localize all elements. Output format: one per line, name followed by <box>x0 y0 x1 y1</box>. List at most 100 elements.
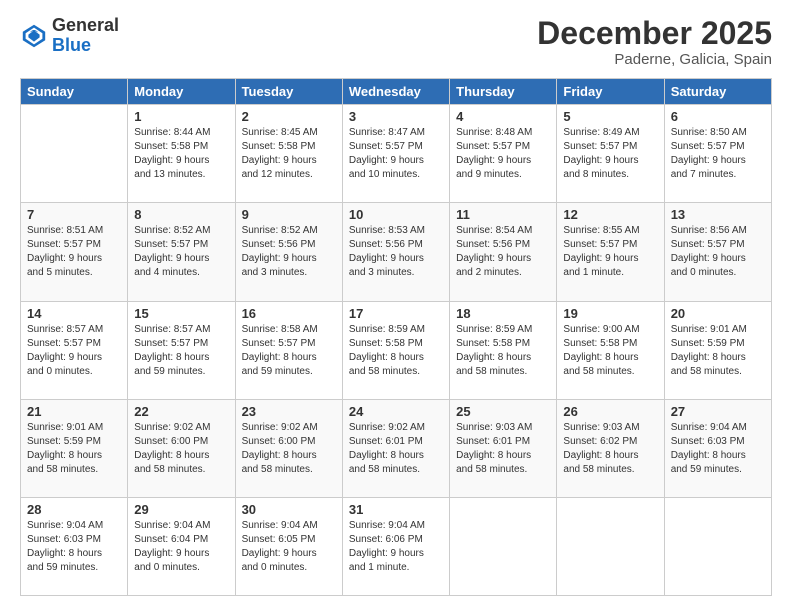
calendar-cell: 27 Sunrise: 9:04 AMSunset: 6:03 PMDayligh… <box>664 399 771 497</box>
day-info: Sunrise: 9:03 AMSunset: 6:01 PMDaylight:… <box>456 421 550 477</box>
day-number: 29 <box>134 502 228 517</box>
weekday-header-saturday: Saturday <box>664 79 771 105</box>
day-number: 15 <box>134 306 228 321</box>
day-info: Sunrise: 8:48 AMSunset: 5:57 PMDaylight:… <box>456 126 550 182</box>
calendar-cell: 3 Sunrise: 8:47 AMSunset: 5:57 PMDaylight… <box>342 105 449 203</box>
day-info: Sunrise: 9:01 AMSunset: 5:59 PMDaylight:… <box>27 421 121 477</box>
title-block: December 2025 Paderne, Galicia, Spain <box>537 16 772 68</box>
calendar-cell <box>21 105 128 203</box>
logo-icon <box>20 22 48 50</box>
calendar-cell: 1Sunrise: 8:44 AMSunset: 5:58 PMDaylight… <box>128 105 235 203</box>
day-info: Sunrise: 9:00 AMSunset: 5:58 PMDaylight:… <box>563 323 657 379</box>
day-number: 8 <box>134 207 228 222</box>
calendar-cell <box>557 497 664 595</box>
calendar-cell: 29Sunrise: 9:04 AMSunset: 6:04 PMDayligh… <box>128 497 235 595</box>
day-number: 27 <box>671 404 765 419</box>
day-number: 13 <box>671 207 765 222</box>
day-number: 7 <box>27 207 121 222</box>
day-number: 3 <box>349 109 443 124</box>
weekday-header-monday: Monday <box>128 79 235 105</box>
calendar-cell: 8Sunrise: 8:52 AMSunset: 5:57 PMDaylight… <box>128 203 235 301</box>
calendar-cell: 7 Sunrise: 8:51 AMSunset: 5:57 PMDaylight… <box>21 203 128 301</box>
calendar-cell: 19Sunrise: 9:00 AMSunset: 5:58 PMDayligh… <box>557 301 664 399</box>
day-number: 16 <box>242 306 336 321</box>
calendar-cell: 12 Sunrise: 8:55 AMSunset: 5:57 PMDayligh… <box>557 203 664 301</box>
day-number: 20 <box>671 306 765 321</box>
day-number: 10 <box>349 207 443 222</box>
day-info: Sunrise: 8:59 AMSunset: 5:58 PMDaylight:… <box>349 323 443 379</box>
day-info: Sunrise: 8:45 AMSunset: 5:58 PMDaylight:… <box>242 126 336 182</box>
calendar-cell: 6Sunrise: 8:50 AMSunset: 5:57 PMDaylight… <box>664 105 771 203</box>
calendar-week-4: 28Sunrise: 9:04 AMSunset: 6:03 PMDayligh… <box>21 497 772 595</box>
weekday-header-thursday: Thursday <box>450 79 557 105</box>
calendar-cell: 30 Sunrise: 9:04 AMSunset: 6:05 PMDayligh… <box>235 497 342 595</box>
calendar-cell: 2 Sunrise: 8:45 AMSunset: 5:58 PMDaylight… <box>235 105 342 203</box>
calendar-cell: 11 Sunrise: 8:54 AMSunset: 5:56 PMDayligh… <box>450 203 557 301</box>
calendar-cell: 18 Sunrise: 8:59 AMSunset: 5:58 PMDayligh… <box>450 301 557 399</box>
day-info: Sunrise: 9:04 AMSunset: 6:03 PMDaylight:… <box>671 421 765 477</box>
logo-text: General Blue <box>52 16 119 56</box>
day-number: 4 <box>456 109 550 124</box>
day-number: 11 <box>456 207 550 222</box>
day-number: 30 <box>242 502 336 517</box>
day-number: 21 <box>27 404 121 419</box>
header: General Blue December 2025 Paderne, Gali… <box>20 16 772 68</box>
day-info: Sunrise: 8:52 AMSunset: 5:56 PMDaylight:… <box>242 224 336 280</box>
location: Paderne, Galicia, Spain <box>537 51 772 68</box>
day-info: Sunrise: 9:02 AMSunset: 6:00 PMDaylight:… <box>134 421 228 477</box>
day-number: 18 <box>456 306 550 321</box>
day-info: Sunrise: 8:49 AMSunset: 5:57 PMDaylight:… <box>563 126 657 182</box>
calendar-cell: 21 Sunrise: 9:01 AMSunset: 5:59 PMDayligh… <box>21 399 128 497</box>
day-info: Sunrise: 8:53 AMSunset: 5:56 PMDaylight:… <box>349 224 443 280</box>
calendar-cell: 15Sunrise: 8:57 AMSunset: 5:57 PMDayligh… <box>128 301 235 399</box>
day-info: Sunrise: 8:44 AMSunset: 5:58 PMDaylight:… <box>134 126 228 182</box>
calendar-cell: 26 Sunrise: 9:03 AMSunset: 6:02 PMDayligh… <box>557 399 664 497</box>
day-info: Sunrise: 8:51 AMSunset: 5:57 PMDaylight:… <box>27 224 121 280</box>
day-number: 28 <box>27 502 121 517</box>
calendar: SundayMondayTuesdayWednesdayThursdayFrid… <box>20 78 772 596</box>
day-info: Sunrise: 8:54 AMSunset: 5:56 PMDaylight:… <box>456 224 550 280</box>
day-info: Sunrise: 8:59 AMSunset: 5:58 PMDaylight:… <box>456 323 550 379</box>
day-number: 14 <box>27 306 121 321</box>
calendar-cell: 16Sunrise: 8:58 AMSunset: 5:57 PMDayligh… <box>235 301 342 399</box>
day-info: Sunrise: 8:50 AMSunset: 5:57 PMDaylight:… <box>671 126 765 182</box>
day-number: 31 <box>349 502 443 517</box>
page: General Blue December 2025 Paderne, Gali… <box>0 0 792 612</box>
day-info: Sunrise: 8:57 AMSunset: 5:57 PMDaylight:… <box>27 323 121 379</box>
calendar-cell <box>664 497 771 595</box>
day-info: Sunrise: 9:03 AMSunset: 6:02 PMDaylight:… <box>563 421 657 477</box>
calendar-cell: 4 Sunrise: 8:48 AMSunset: 5:57 PMDaylight… <box>450 105 557 203</box>
calendar-week-2: 14 Sunrise: 8:57 AMSunset: 5:57 PMDayligh… <box>21 301 772 399</box>
calendar-header-row: SundayMondayTuesdayWednesdayThursdayFrid… <box>21 79 772 105</box>
calendar-cell: 23Sunrise: 9:02 AMSunset: 6:00 PMDayligh… <box>235 399 342 497</box>
day-info: Sunrise: 9:02 AMSunset: 6:01 PMDaylight:… <box>349 421 443 477</box>
day-number: 24 <box>349 404 443 419</box>
day-number: 2 <box>242 109 336 124</box>
day-number: 9 <box>242 207 336 222</box>
day-info: Sunrise: 9:01 AMSunset: 5:59 PMDaylight:… <box>671 323 765 379</box>
calendar-cell: 28Sunrise: 9:04 AMSunset: 6:03 PMDayligh… <box>21 497 128 595</box>
calendar-cell: 20 Sunrise: 9:01 AMSunset: 5:59 PMDayligh… <box>664 301 771 399</box>
logo-general: General <box>52 16 119 36</box>
calendar-cell: 10 Sunrise: 8:53 AMSunset: 5:56 PMDayligh… <box>342 203 449 301</box>
calendar-cell <box>450 497 557 595</box>
logo-blue: Blue <box>52 36 119 56</box>
day-number: 12 <box>563 207 657 222</box>
weekday-header-sunday: Sunday <box>21 79 128 105</box>
calendar-cell: 9 Sunrise: 8:52 AMSunset: 5:56 PMDaylight… <box>235 203 342 301</box>
day-number: 26 <box>563 404 657 419</box>
calendar-week-3: 21 Sunrise: 9:01 AMSunset: 5:59 PMDayligh… <box>21 399 772 497</box>
calendar-cell: 5 Sunrise: 8:49 AMSunset: 5:57 PMDaylight… <box>557 105 664 203</box>
day-info: Sunrise: 9:04 AMSunset: 6:06 PMDaylight:… <box>349 519 443 575</box>
day-number: 23 <box>242 404 336 419</box>
day-info: Sunrise: 8:55 AMSunset: 5:57 PMDaylight:… <box>563 224 657 280</box>
day-number: 25 <box>456 404 550 419</box>
day-info: Sunrise: 9:04 AMSunset: 6:05 PMDaylight:… <box>242 519 336 575</box>
calendar-cell: 13 Sunrise: 8:56 AMSunset: 5:57 PMDayligh… <box>664 203 771 301</box>
weekday-header-friday: Friday <box>557 79 664 105</box>
day-info: Sunrise: 8:56 AMSunset: 5:57 PMDaylight:… <box>671 224 765 280</box>
calendar-cell: 25 Sunrise: 9:03 AMSunset: 6:01 PMDayligh… <box>450 399 557 497</box>
day-info: Sunrise: 8:47 AMSunset: 5:57 PMDaylight:… <box>349 126 443 182</box>
day-number: 5 <box>563 109 657 124</box>
calendar-cell: 31 Sunrise: 9:04 AMSunset: 6:06 PMDayligh… <box>342 497 449 595</box>
